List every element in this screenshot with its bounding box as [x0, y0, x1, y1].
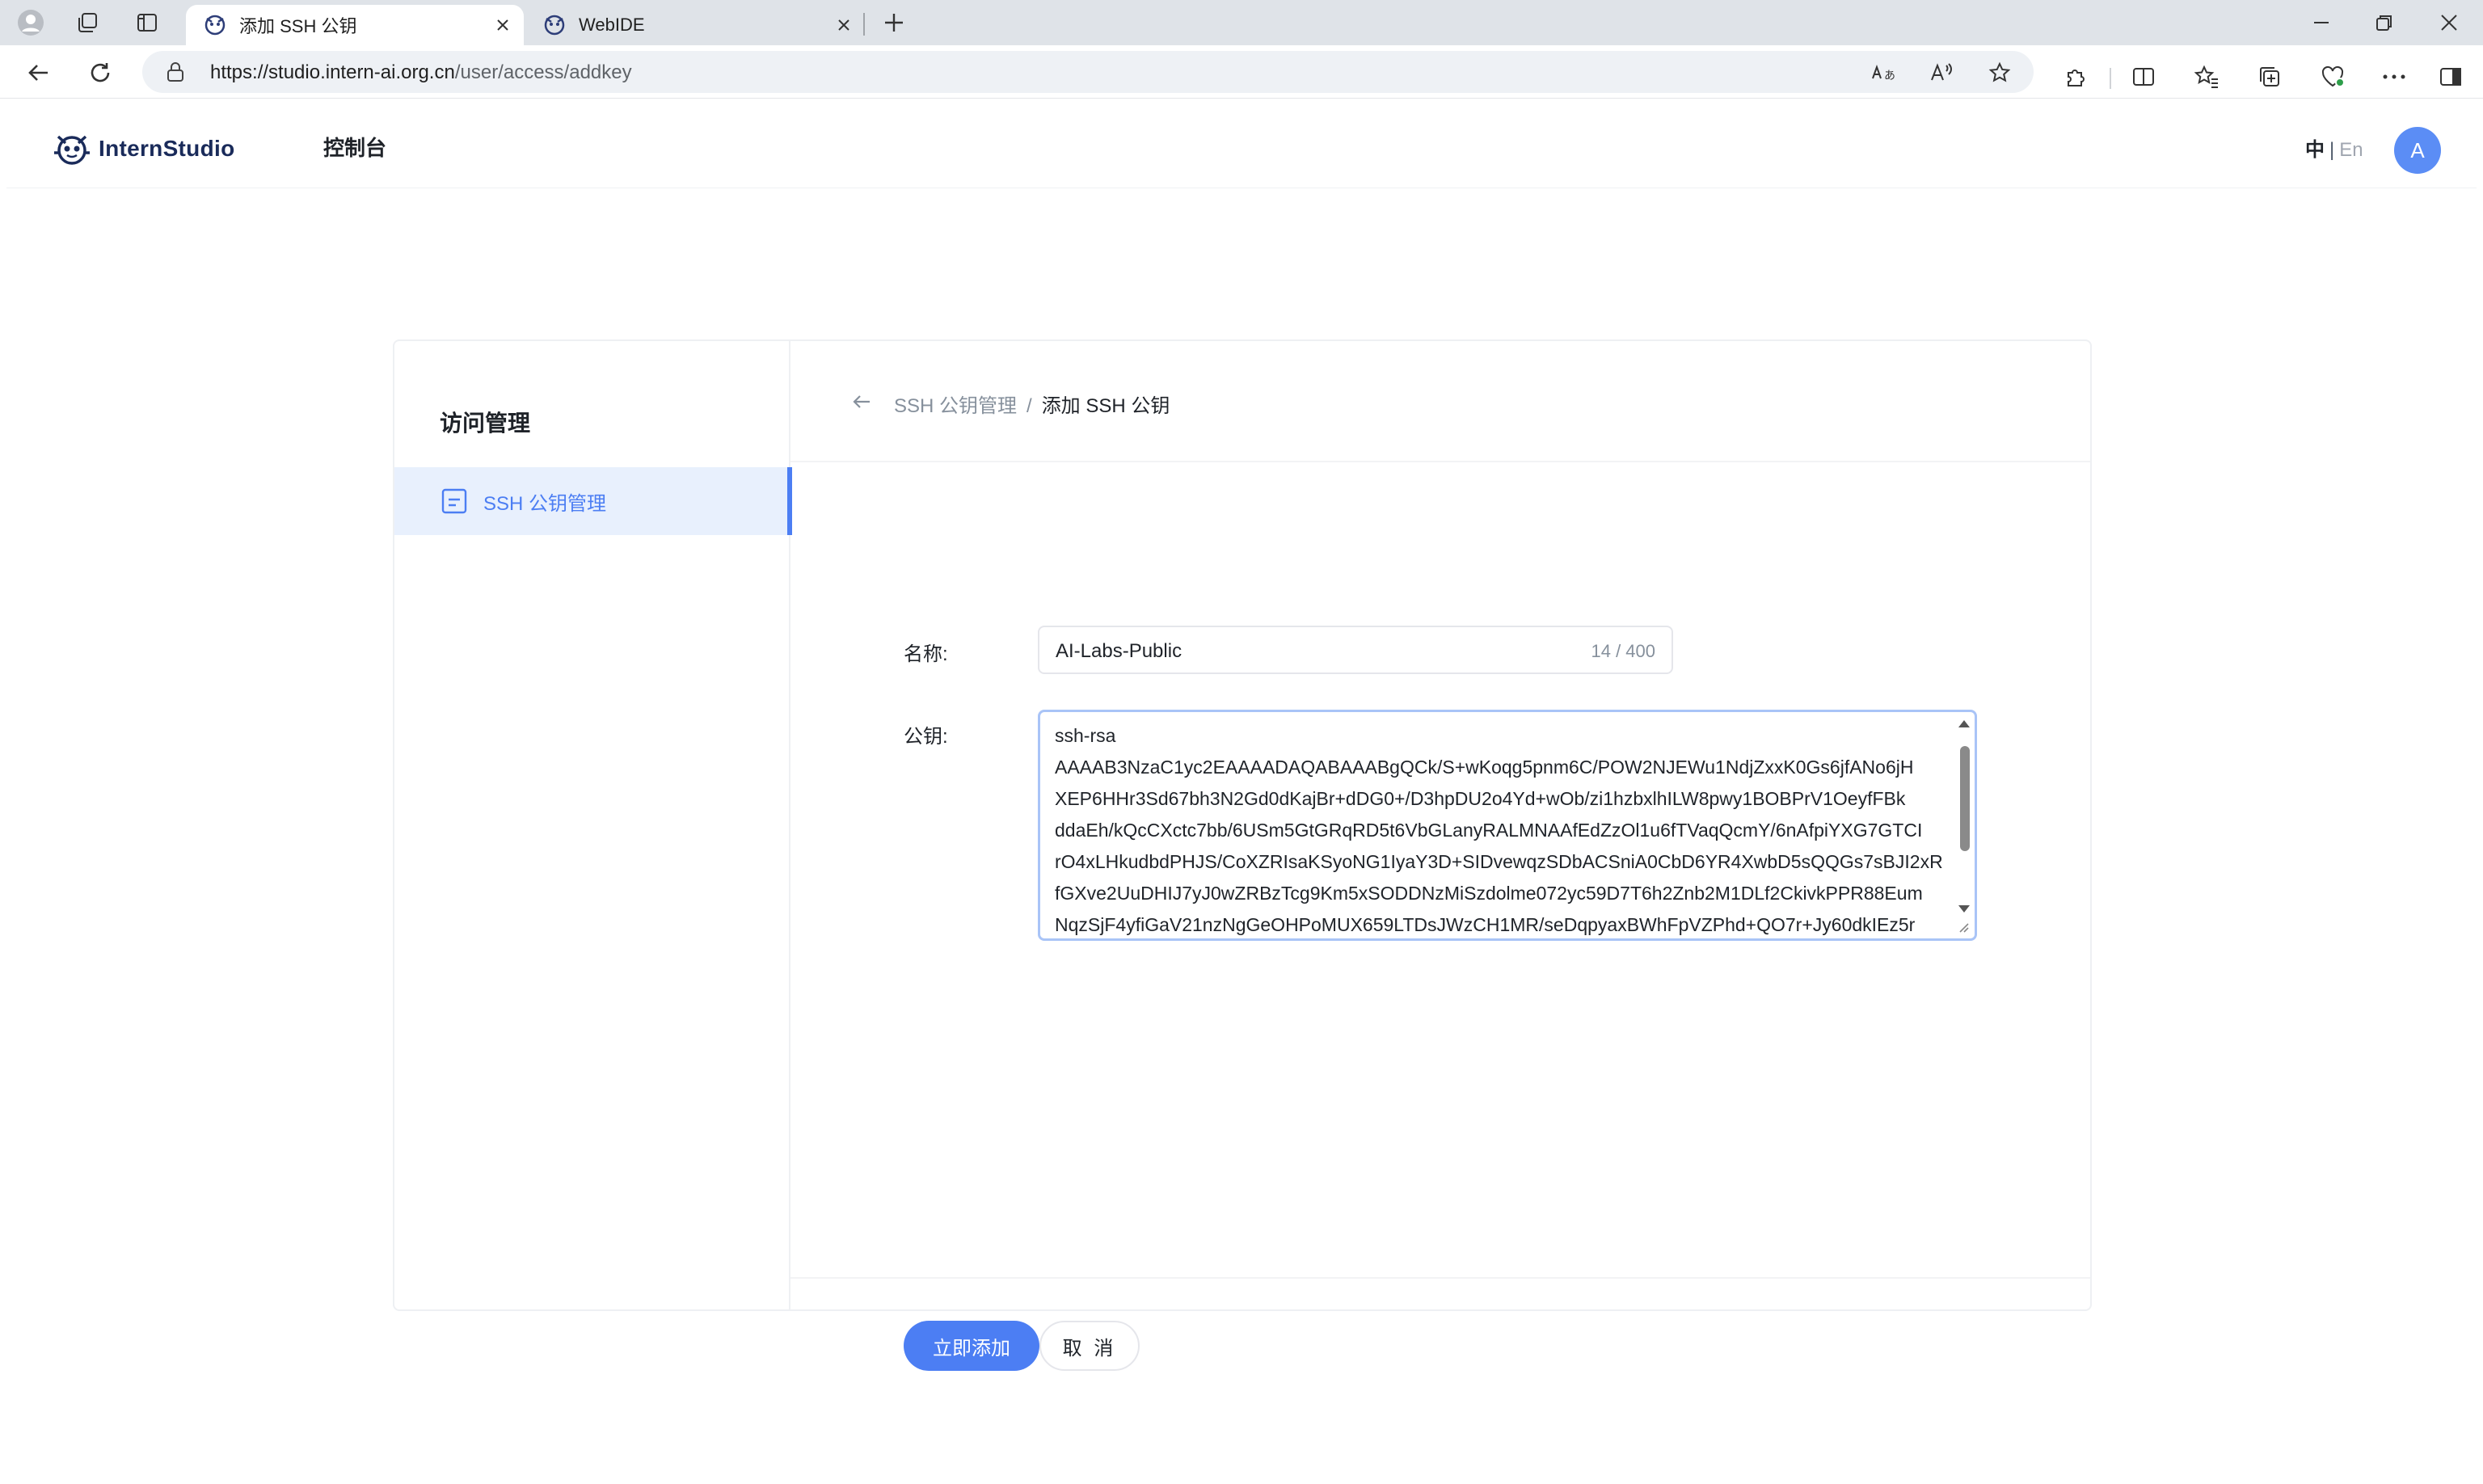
read-aloud-icon[interactable]: [1925, 57, 1958, 89]
svg-text:あ: あ: [1884, 70, 1895, 82]
site-header: InternStudio 控制台 中 | En A: [6, 99, 2477, 188]
tab-title: WebIDE: [579, 15, 645, 35]
console-link[interactable]: 控制台: [323, 132, 386, 162]
browser-tab-bar: 添加 SSH 公钥 WebIDE: [0, 0, 2483, 45]
page-content: InternStudio 控制台 中 | En A 访问管理 SSH 公钥管理 SS…: [6, 99, 2477, 1478]
name-input[interactable]: AI-Labs-Public 14 / 400: [1038, 626, 1673, 674]
more-options-icon[interactable]: [2378, 61, 2410, 93]
minimize-icon[interactable]: [2289, 5, 2354, 40]
restore-icon[interactable]: [2352, 5, 2417, 40]
scroll-down-icon[interactable]: [1957, 903, 1971, 914]
breadcrumb: SSH 公钥管理 / 添加 SSH 公钥: [790, 341, 2090, 462]
scroll-up-icon[interactable]: [1957, 719, 1971, 730]
breadcrumb-current: 添加 SSH 公钥: [1041, 395, 1170, 417]
sidebar-title: 访问管理: [440, 411, 531, 436]
collections-icon[interactable]: [2253, 61, 2286, 93]
main-panel: SSH 公钥管理 / 添加 SSH 公钥 名称: AI-Labs-Public 14…: [790, 341, 2090, 1371]
tab-title: 添加 SSH 公钥: [239, 16, 357, 36]
back-icon[interactable]: [21, 55, 57, 91]
vertical-tabs-icon[interactable]: [131, 8, 163, 37]
public-key-value: ssh-rsa AAAAB3NzaC1yc2EAAAADAQABAAABgQCk…: [1055, 725, 1943, 935]
new-tab-icon[interactable]: [878, 8, 910, 37]
sidebar-toggle-icon[interactable]: [2435, 61, 2467, 93]
language-switcher: 中 | En: [2305, 133, 2363, 162]
toolbar-divider: [2110, 68, 2111, 89]
lang-separator: |: [2329, 139, 2335, 161]
footer-divider: [790, 1277, 2090, 1279]
url-host: https://studio.intern-ai.org.cn: [210, 61, 455, 83]
breadcrumb-separator: /: [1027, 395, 1032, 417]
browser-toolbar: https://studio.intern-ai.org.cn/user/acc…: [0, 45, 2483, 99]
lang-en-option[interactable]: En: [2339, 139, 2363, 161]
cancel-button[interactable]: 取 消: [1039, 1321, 1140, 1371]
internstudio-favicon-icon: [204, 15, 226, 36]
close-window-icon[interactable]: [2417, 5, 2481, 40]
refresh-icon[interactable]: [82, 55, 118, 91]
breadcrumb-trail: SSH 公钥管理 / 添加 SSH 公钥: [894, 390, 1170, 418]
address-bar[interactable]: https://studio.intern-ai.org.cn/user/acc…: [142, 51, 2034, 93]
scrollbar-thumb[interactable]: [1960, 746, 1970, 851]
public-key-label: 公钥:: [904, 726, 948, 748]
name-char-count: 14 / 400: [1591, 641, 1655, 661]
name-label: 名称:: [904, 643, 948, 665]
lang-zh-option[interactable]: 中: [2305, 139, 2325, 161]
split-screen-icon[interactable]: [2127, 61, 2160, 93]
internstudio-logo[interactable]: InternStudio: [52, 129, 234, 169]
resize-handle-icon[interactable]: [1957, 921, 1970, 934]
access-management-card: 访问管理 SSH 公钥管理 SSH 公钥管理 / 添加 SSH 公钥 名称: AI-…: [393, 339, 2092, 1371]
back-arrow-icon[interactable]: [850, 390, 873, 413]
public-key-textarea[interactable]: ssh-rsa AAAAB3NzaC1yc2EAAAADAQABAAABgQCk…: [1038, 710, 1977, 941]
document-icon: [441, 488, 467, 514]
name-input-value: AI-Labs-Public: [1056, 640, 1182, 662]
tab-webide[interactable]: WebIDE: [525, 5, 865, 45]
tab-divider: [863, 13, 865, 36]
browser-essentials-icon[interactable]: [2316, 61, 2349, 93]
sidebar-item-label: SSH 公钥管理: [483, 492, 607, 515]
textarea-scrollbar[interactable]: [1957, 717, 1971, 935]
translate-icon[interactable]: あ: [1867, 57, 1899, 89]
brand-name: InternStudio: [99, 136, 235, 161]
lock-icon[interactable]: [167, 61, 184, 82]
tab-add-ssh-key[interactable]: 添加 SSH 公钥: [186, 5, 524, 45]
profile-icon[interactable]: [15, 8, 47, 37]
url-path: /user/access/addkey: [454, 61, 632, 83]
close-tab-icon[interactable]: [829, 11, 858, 40]
user-avatar[interactable]: A: [2394, 127, 2441, 174]
breadcrumb-parent[interactable]: SSH 公钥管理: [894, 395, 1017, 417]
close-tab-icon[interactable]: [488, 11, 517, 40]
url-text: https://studio.intern-ai.org.cn/user/acc…: [210, 61, 632, 84]
submit-add-button[interactable]: 立即添加: [904, 1321, 1039, 1371]
robot-logo-icon: [54, 135, 90, 165]
sidebar-item-ssh-keys[interactable]: SSH 公钥管理: [394, 467, 792, 535]
internstudio-favicon-icon: [544, 15, 565, 36]
favorite-star-icon[interactable]: [1983, 57, 2016, 89]
favorites-icon[interactable]: [2190, 61, 2223, 93]
workspaces-icon[interactable]: [71, 8, 103, 37]
extensions-icon[interactable]: [2059, 61, 2092, 93]
sidebar: 访问管理 SSH 公钥管理: [394, 341, 792, 1309]
